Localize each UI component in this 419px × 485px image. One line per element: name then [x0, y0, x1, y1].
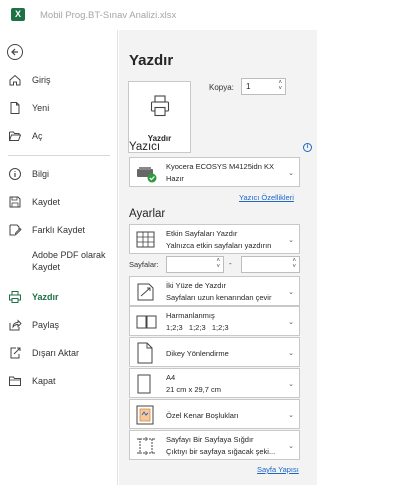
- orientation-select[interactable]: Dikey Yönlendirme ⌄: [129, 337, 300, 367]
- close-folder-icon: [9, 376, 21, 386]
- back-arrow-icon[interactable]: [7, 44, 23, 60]
- sidebar-item-new[interactable]: Yeni: [0, 98, 118, 120]
- print-pane: Yazdır Yazdır Kopya: 1 ˄ ˅ Yazıcı i Kyoce…: [119, 30, 419, 485]
- sidebar-divider: [8, 155, 110, 156]
- setting-line1: Sayfayı Bir Sayfaya Sığdır: [166, 435, 254, 444]
- sidebar-item-print[interactable]: Yazdır: [0, 287, 118, 309]
- sidebar-item-save[interactable]: Kaydet: [0, 192, 118, 214]
- info-icon[interactable]: i: [303, 143, 312, 152]
- spin-arrows-icon[interactable]: ˄ ˅: [278, 80, 282, 92]
- save-icon: [9, 196, 21, 208]
- sidebar-item-adobe-pdf[interactable]: Adobe PDF olarak Kaydet: [0, 248, 118, 278]
- printer-ready-icon: [137, 167, 157, 183]
- pages-from-stepper[interactable]: ˄ ˅: [166, 256, 224, 273]
- paper-size-icon: [137, 374, 151, 394]
- sidebar-item-save-as[interactable]: Farklı Kaydet: [0, 220, 118, 242]
- chevron-down-icon: ⌄: [288, 412, 294, 419]
- setting-line2: Yalnızca etkin sayfaları yazdırın: [166, 241, 272, 250]
- spin-arrows-icon[interactable]: ˄ ˅: [292, 258, 296, 270]
- printer-icon: [9, 291, 21, 303]
- setting-line1: Özel Kenar Boşlukları: [166, 411, 239, 420]
- portrait-icon: [137, 342, 153, 364]
- sidebar-item-label: Kaydet: [32, 197, 61, 207]
- sidebar-item-share[interactable]: Paylaş: [0, 315, 118, 337]
- setting-line1: Dikey Yönlendirme: [166, 349, 229, 358]
- printer-select[interactable]: Kyocera ECOSYS M4125idn KX Hazır ⌄: [129, 157, 300, 187]
- chevron-down-icon: ⌄: [288, 237, 294, 244]
- title-bar: X Mobil Prog.BT-Sınav Analizi.xlsx: [0, 0, 419, 30]
- pages-dash: -: [229, 259, 232, 268]
- sheet-grid-icon: [136, 231, 155, 248]
- pages-label: Sayfalar:: [129, 260, 159, 269]
- home-icon: [9, 74, 21, 86]
- collated-icon: [136, 315, 157, 329]
- settings-heading: Ayarlar: [129, 208, 166, 220]
- duplex-select[interactable]: İki Yüze de Yazdır Sayfaları uzun kenarı…: [129, 276, 300, 306]
- margins-icon: [136, 405, 154, 425]
- sidebar-item-label: Dışarı Aktar: [32, 348, 80, 358]
- sidebar-item-info[interactable]: Bilgi: [0, 164, 118, 186]
- chevron-down-icon: ⌄: [288, 350, 294, 357]
- chevron-down-icon: ⌄: [288, 319, 294, 326]
- page-title: Yazdır: [129, 52, 174, 69]
- setting-line2: Sayfaları uzun kenarından çevir: [166, 293, 272, 302]
- open-folder-icon: [9, 131, 22, 141]
- sidebar-item-label: Bilgi: [32, 169, 50, 179]
- printer-status: Hazır: [166, 174, 184, 183]
- sidebar-item-open[interactable]: Aç: [0, 126, 118, 148]
- page-setup-link[interactable]: Sayfa Yapısı: [257, 465, 299, 474]
- sidebar-item-close[interactable]: Kapat: [0, 371, 118, 393]
- setting-line2: 21 cm x 29,7 cm: [166, 385, 222, 394]
- print-what-select[interactable]: Etkin Sayfaları Yazdır Yalnızca etkin sa…: [129, 224, 300, 254]
- printer-properties-link[interactable]: Yazıcı Özellikleri: [239, 193, 294, 202]
- sidebar-item-export[interactable]: Dışarı Aktar: [0, 343, 118, 365]
- new-document-icon: [10, 102, 20, 114]
- sidebar-item-label: Yeni: [32, 103, 50, 113]
- sidebar-item-label: Aç: [32, 131, 43, 141]
- share-icon: [9, 319, 22, 331]
- fit-to-page-icon: [137, 437, 155, 455]
- scaling-select[interactable]: Sayfayı Bir Sayfaya Sığdır Çıktıyı bir s…: [129, 430, 300, 460]
- sidebar-item-label: Farklı Kaydet: [32, 225, 86, 235]
- print-preview-area: [317, 30, 419, 485]
- chevron-down-icon: ⌄: [288, 443, 294, 450]
- chevron-down-icon: ⌄: [288, 170, 294, 177]
- save-as-icon: [9, 224, 22, 237]
- collation-select[interactable]: Harmanlanmış 1;2;3 1;2;3 1;2;3 ⌄: [129, 306, 300, 336]
- paper-size-select[interactable]: A4 21 cm x 29,7 cm ⌄: [129, 368, 300, 398]
- copies-label: Kopya:: [209, 83, 234, 92]
- setting-line2: 1;2;3 1;2;3 1;2;3: [166, 323, 229, 332]
- sidebar-item-label: Giriş: [32, 75, 51, 85]
- duplex-icon: [137, 283, 154, 301]
- setting-line1: Harmanlanmış: [166, 311, 215, 320]
- sidebar-item-label: Kapat: [32, 376, 56, 386]
- chevron-down-icon: ⌄: [288, 381, 294, 388]
- copies-stepper[interactable]: 1 ˄ ˅: [241, 78, 286, 95]
- printer-name: Kyocera ECOSYS M4125idn KX: [166, 162, 274, 171]
- chevron-down-icon: ⌄: [288, 289, 294, 296]
- spin-arrows-icon[interactable]: ˄ ˅: [216, 258, 220, 270]
- excel-icon: X: [11, 8, 25, 21]
- setting-line1: A4: [166, 373, 176, 382]
- sidebar-item-label: Yazdır: [32, 292, 59, 302]
- printer-heading: Yazıcı: [129, 141, 161, 153]
- export-icon: [10, 347, 21, 359]
- printer-icon: [150, 95, 170, 117]
- pages-to-stepper[interactable]: ˄ ˅: [241, 256, 300, 273]
- backstage-sidebar: Giriş Yeni Aç Bilgi Kaydet Farklı Kaydet…: [0, 30, 118, 485]
- sidebar-item-label: Adobe PDF olarak Kaydet: [32, 250, 106, 272]
- document-title: Mobil Prog.BT-Sınav Analizi.xlsx: [40, 10, 177, 21]
- sidebar-item-home[interactable]: Giriş: [0, 70, 118, 92]
- setting-line1: Etkin Sayfaları Yazdır: [166, 229, 238, 238]
- info-icon: [9, 168, 21, 180]
- copies-value: 1: [246, 82, 251, 91]
- setting-line1: İki Yüze de Yazdır: [166, 281, 227, 290]
- margins-select[interactable]: Özel Kenar Boşlukları ⌄: [129, 399, 300, 429]
- setting-line2: Çıktıyı bir sayfaya sığacak şeki...: [166, 447, 276, 456]
- sidebar-item-label: Paylaş: [32, 320, 60, 330]
